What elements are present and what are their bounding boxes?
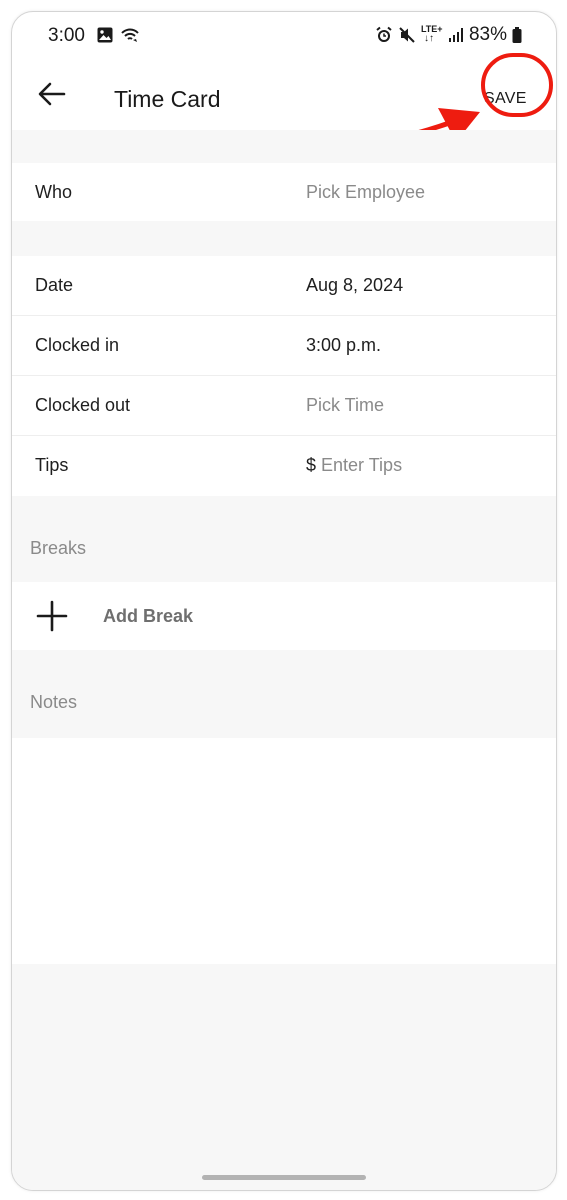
pick-employee-field[interactable]: Pick Employee [306,182,425,203]
date-field[interactable]: Aug 8, 2024 [306,275,403,296]
tips-field[interactable]: $ Enter Tips [306,455,402,476]
notes-section-header: Notes [12,650,556,738]
tips-row[interactable]: Tips $ Enter Tips [12,436,556,496]
add-break-button[interactable]: Add Break [12,582,556,650]
date-row[interactable]: Date Aug 8, 2024 [12,256,556,316]
signal-icon [448,28,463,42]
app-bar: Time Card SAVE [12,60,556,130]
section-spacer [12,130,556,163]
status-bar: 3:00 LTE+ ↓↑ 83% [12,12,556,60]
clocked-out-row[interactable]: Clocked out Pick Time [12,376,556,436]
clocked-in-label: Clocked in [35,335,120,355]
home-indicator[interactable] [202,1175,366,1180]
section-spacer [12,221,556,256]
save-button[interactable]: SAVE [484,90,527,108]
breaks-section-header: Breaks [12,496,556,582]
who-label: Who [35,182,73,202]
clocked-in-row[interactable]: Clocked in 3:00 p.m. [12,316,556,376]
image-icon [97,27,113,43]
wifi-calling-icon [121,28,139,42]
status-time: 3:00 [48,25,85,46]
add-break-label: Add Break [103,606,194,626]
tips-input[interactable]: Enter Tips [321,455,402,475]
plus-icon [36,600,68,632]
alarm-icon [376,26,392,42]
who-row[interactable]: Who Pick Employee [12,163,556,221]
phone-screen: 3:00 LTE+ ↓↑ 83% Time Card SAVE Who Pick… [11,11,557,1191]
battery-icon [512,27,522,43]
tips-label: Tips [35,455,69,475]
battery-percent: 83% [468,24,507,45]
date-label: Date [35,275,74,295]
currency-symbol: $ [306,455,317,475]
bottom-area [12,964,556,1190]
back-arrow-icon[interactable] [36,78,68,110]
clocked-out-label: Clocked out [35,395,131,415]
clocked-in-field[interactable]: 3:00 p.m. [306,335,381,356]
mute-icon [399,27,415,43]
notes-input[interactable] [12,738,556,964]
breaks-title: Breaks [30,538,87,558]
clocked-out-field[interactable]: Pick Time [306,395,384,416]
page-title: Time Card [114,86,221,112]
notes-title: Notes [30,692,78,712]
lte-icon: LTE+ ↓↑ [420,24,443,44]
